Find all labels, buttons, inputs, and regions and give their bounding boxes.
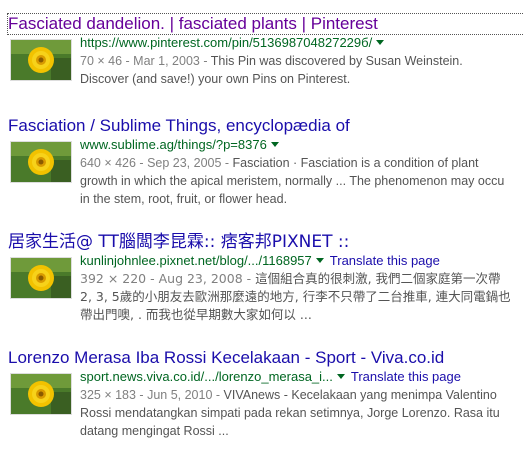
url-line: sport.news.viva.co.id/.../lorenzo_merasa… (80, 368, 524, 386)
search-result: Fasciated dandelion. | fasciated plants … (7, 13, 524, 114)
snippet-text: 這個組合真的很刺激, 我們二個家庭第一次帶 (255, 271, 501, 286)
result-title-link[interactable]: Lorenzo Merasa Iba Rossi Kecelakaan - Sp… (8, 348, 524, 368)
url-line: www.sublime.ag/things/?p=8376 (80, 136, 524, 154)
result-dimensions-date: 640 × 426 - Sep 23, 2005 - (80, 156, 233, 170)
snippet-text: Fasciation · Fasciation is a condition o… (232, 156, 479, 170)
result-snippet-line: in the stem, root, fruit, or flower head… (80, 190, 524, 208)
result-snippet-line: growth in which the apical meristem, nor… (80, 172, 524, 190)
result-meta: sport.news.viva.co.id/.../lorenzo_merasa… (80, 368, 524, 440)
result-snippet-line: 640 × 426 - Sep 23, 2005 - Fasciation · … (80, 154, 524, 172)
result-url[interactable]: www.sublime.ag/things/?p=8376 (80, 137, 267, 152)
snippet-text: Rossi mendatangkan simpati pada rekan se… (80, 406, 500, 420)
snippet-text: datang mengingat Rossi ... (80, 424, 229, 438)
result-snippet-line: datang mengingat Rossi ... (80, 422, 524, 440)
snippet-text: growth in which the apical meristem, nor… (80, 174, 505, 188)
result-snippet-line: Rossi mendatangkan simpati pada rekan se… (80, 404, 524, 422)
snippet-text: VIVAnews - Kecelakaan yang menimpa Valen… (223, 388, 497, 402)
dandelion-thumbnail-icon[interactable] (10, 373, 72, 415)
search-result: Fasciation / Sublime Things, encyclopædi… (8, 116, 524, 216)
snippet-text: 帶出門噢, . 而我也從早期數大家如何以 ... (80, 307, 312, 322)
result-url[interactable]: sport.news.viva.co.id/.../lorenzo_merasa… (80, 369, 333, 384)
result-body: sport.news.viva.co.id/.../lorenzo_merasa… (8, 368, 524, 448)
result-snippet-line: 2, 3, 5歲的小朋友去歐洲那麼遠的地方, 行李不只帶了二台推車, 連大同電鍋… (80, 288, 524, 306)
result-title-link[interactable]: Fasciation / Sublime Things, encyclopædi… (8, 116, 524, 136)
result-meta: www.sublime.ag/things/?p=8376 640 × 426 … (80, 136, 524, 208)
result-body: kunlinjohnlee.pixnet.net/blog/.../116895… (8, 252, 524, 332)
dandelion-thumbnail-icon[interactable] (10, 141, 72, 183)
result-body: www.sublime.ag/things/?p=8376 640 × 426 … (8, 136, 524, 216)
chevron-down-icon[interactable] (270, 142, 279, 147)
url-line: kunlinjohnlee.pixnet.net/blog/.../116895… (80, 252, 524, 270)
snippet-text: This Pin was discovered by Susan Weinste… (210, 54, 463, 68)
result-title-link[interactable]: Fasciated dandelion. | fasciated plants … (7, 13, 524, 35)
result-url[interactable]: https://www.pinterest.com/pin/5136987048… (80, 35, 372, 50)
translate-link[interactable]: Translate this page (351, 369, 461, 384)
search-result: Lorenzo Merasa Iba Rossi Kecelakaan - Sp… (8, 348, 524, 448)
chevron-down-icon[interactable] (376, 40, 385, 45)
chevron-down-icon[interactable] (336, 374, 345, 379)
snippet-text: in the stem, root, fruit, or flower head… (80, 192, 288, 206)
result-snippet-line: 325 × 183 - Jun 5, 2010 - VIVAnews - Kec… (80, 386, 524, 404)
dandelion-thumbnail-icon[interactable] (10, 257, 72, 299)
result-url[interactable]: kunlinjohnlee.pixnet.net/blog/.../116895… (80, 253, 312, 268)
result-dimensions-date: 70 × 46 - Mar 1, 2003 - (80, 54, 211, 68)
result-snippet-line: 70 × 46 - Mar 1, 2003 - This Pin was dis… (80, 52, 524, 70)
result-snippet-line: Discover (and save!) your own Pins on Pi… (80, 70, 524, 88)
translate-link[interactable]: Translate this page (330, 253, 440, 268)
result-body: https://www.pinterest.com/pin/5136987048… (8, 34, 524, 114)
url-line: https://www.pinterest.com/pin/5136987048… (80, 34, 524, 52)
chevron-down-icon[interactable] (315, 258, 324, 263)
result-snippet-line: 帶出門噢, . 而我也從早期數大家如何以 ... (80, 306, 524, 324)
result-meta: kunlinjohnlee.pixnet.net/blog/.../116895… (80, 252, 524, 324)
result-snippet-line: 392 × 220 - Aug 23, 2008 - 這個組合真的很刺激, 我們… (80, 270, 524, 288)
result-meta: https://www.pinterest.com/pin/5136987048… (80, 34, 524, 88)
snippet-text: 2, 3, 5歲的小朋友去歐洲那麼遠的地方, 行李不只帶了二台推車, 連大同電鍋… (80, 289, 511, 304)
result-title-link[interactable]: 居家生活@ TT腦闆李昆霖:: 痞客邦PIXNET :: (8, 232, 524, 252)
result-dimensions-date: 392 × 220 - Aug 23, 2008 - (80, 271, 256, 286)
result-dimensions-date: 325 × 183 - Jun 5, 2010 - (80, 388, 224, 402)
snippet-text: Discover (and save!) your own Pins on Pi… (80, 72, 351, 86)
dandelion-thumbnail-icon[interactable] (10, 39, 72, 81)
search-result: 居家生活@ TT腦闆李昆霖:: 痞客邦PIXNET :: kunlinjohnl… (8, 232, 524, 332)
